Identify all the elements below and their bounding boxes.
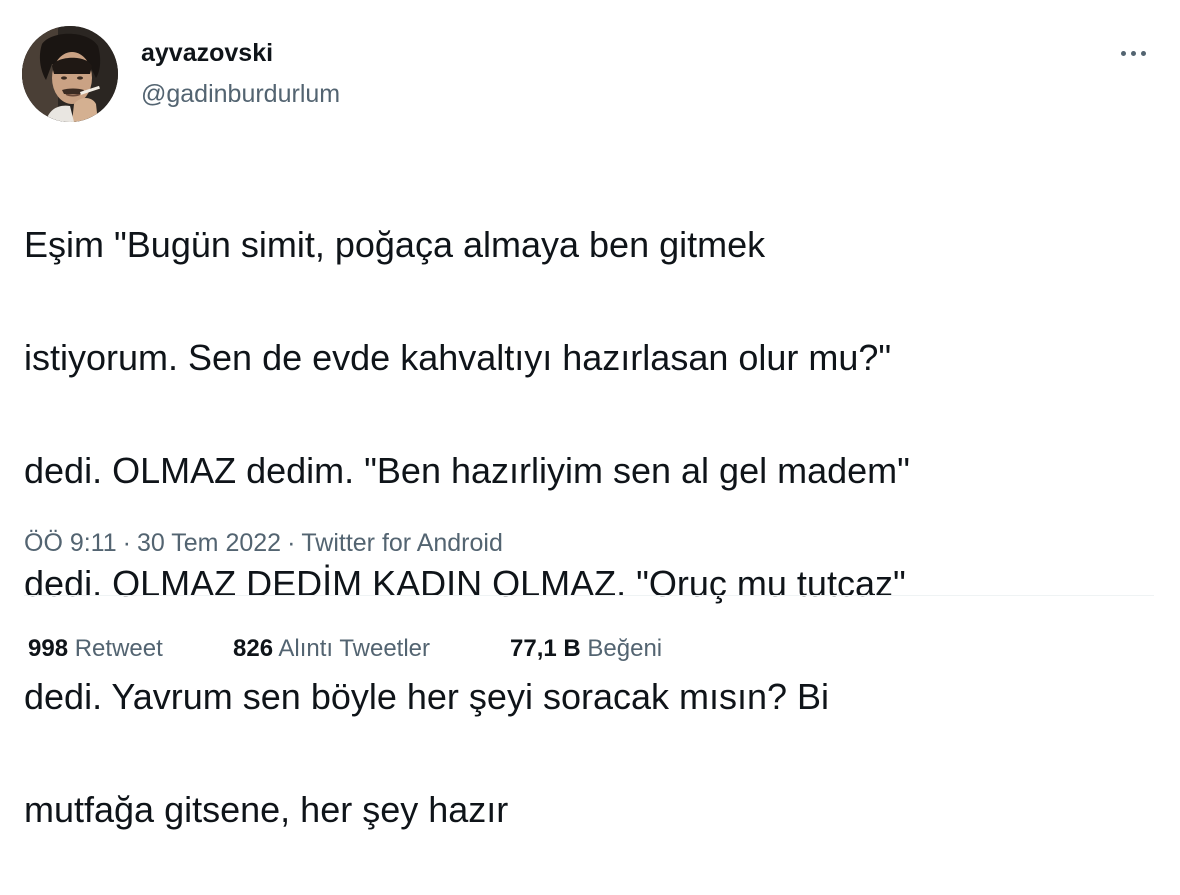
- tweet-date[interactable]: 30 Tem 2022: [137, 529, 281, 557]
- tweet-text-line: dedi. OLMAZ dedim. "Ben hazırliyim sen a…: [24, 449, 910, 491]
- tweet-meta: ÖÖ 9:11 · 30 Tem 2022 · Twitter for Android: [24, 526, 503, 560]
- tweet-text-line: dedi. Yavrum sen böyle her şeyi soracak …: [24, 675, 830, 717]
- quote-tweets-label: Alıntı Tweetler: [278, 635, 431, 662]
- quote-tweets-stat[interactable]: 826 Alıntı Tweetler: [233, 633, 510, 665]
- user-avatar-icon: [22, 26, 118, 122]
- retweets-label: Retweet: [74, 635, 163, 662]
- likes-label: Beğeni: [587, 635, 663, 662]
- author-avatar[interactable]: [22, 26, 118, 122]
- author-handle[interactable]: @gadinburdurlum: [141, 79, 340, 109]
- more-dot: [1130, 50, 1136, 56]
- retweets-count: 998: [28, 635, 69, 662]
- tweet-text-line: mutfağa gitsene, her şey hazır: [24, 788, 509, 830]
- quote-tweets-count: 826: [233, 635, 274, 662]
- more-dot: [1140, 50, 1146, 56]
- tweet-stats: 998 Retweet 826 Alıntı Tweetler 77,1 B B…: [28, 633, 662, 665]
- tweet-text-line: dedi. OLMAZ DEDİM KADIN OLMAZ. "Oruç mu …: [24, 562, 906, 604]
- more-dot: [1120, 50, 1126, 56]
- more-options-icon[interactable]: [1110, 36, 1156, 70]
- meta-separator: ·: [122, 529, 131, 557]
- tweet-time[interactable]: ÖÖ 9:11: [24, 529, 117, 557]
- likes-count: 77,1 B: [510, 635, 581, 662]
- divider: [24, 595, 1154, 596]
- meta-separator: ·: [287, 529, 296, 557]
- retweets-stat[interactable]: 998 Retweet: [28, 633, 233, 665]
- tweet-text-line: istiyorum. Sen de evde kahvaltıyı hazırl…: [24, 336, 892, 378]
- tweet-text-line: Eşim "Bugün simit, poğaça almaya ben git…: [24, 223, 766, 265]
- tweet-source[interactable]: Twitter for Android: [301, 529, 502, 557]
- author-display-name[interactable]: ayvazovski: [141, 38, 273, 68]
- likes-stat[interactable]: 77,1 B Beğeni: [510, 633, 662, 665]
- tweet-card: ayvazovski @gadinburdurlum Eşim "Bugün s…: [0, 0, 1180, 830]
